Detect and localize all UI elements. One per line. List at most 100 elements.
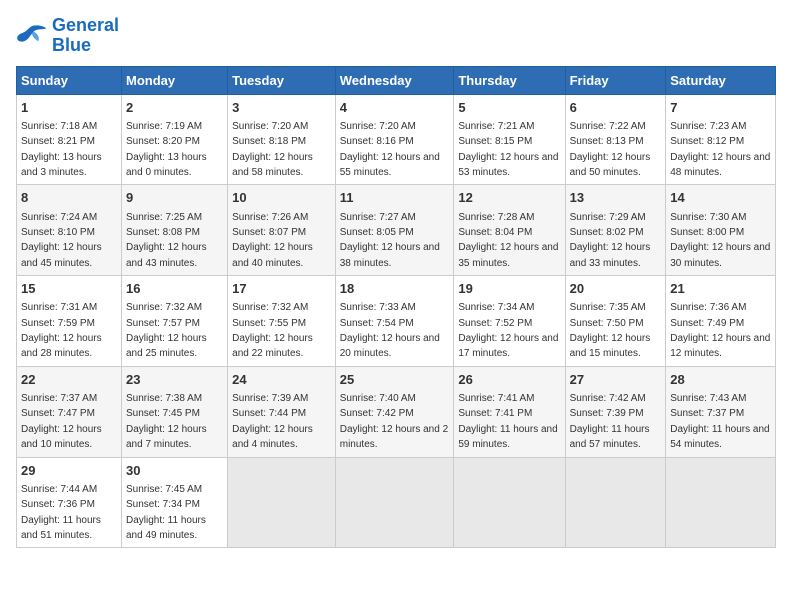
day-number: 26 [458,371,560,389]
calendar-table: SundayMondayTuesdayWednesdayThursdayFrid… [16,66,776,549]
calendar-cell: 23 Sunrise: 7:38 AMSunset: 7:45 PMDaylig… [121,366,227,457]
calendar-cell: 10 Sunrise: 7:26 AMSunset: 8:07 PMDaylig… [228,185,336,276]
calendar-header-friday: Friday [565,66,666,94]
day-info: Sunrise: 7:28 AMSunset: 8:04 PMDaylight:… [458,212,558,269]
logo-icon [16,22,48,50]
day-number: 17 [232,280,331,298]
day-number: 24 [232,371,331,389]
calendar-header-sunday: Sunday [17,66,122,94]
day-info: Sunrise: 7:26 AMSunset: 8:07 PMDaylight:… [232,212,313,269]
calendar-cell [228,457,336,548]
day-number: 29 [21,462,117,480]
calendar-cell [454,457,565,548]
day-info: Sunrise: 7:38 AMSunset: 7:45 PMDaylight:… [126,393,207,450]
calendar-cell: 20 Sunrise: 7:35 AMSunset: 7:50 PMDaylig… [565,276,666,367]
day-number: 3 [232,99,331,117]
calendar-cell: 16 Sunrise: 7:32 AMSunset: 7:57 PMDaylig… [121,276,227,367]
calendar-cell: 1 Sunrise: 7:18 AMSunset: 8:21 PMDayligh… [17,94,122,185]
day-info: Sunrise: 7:43 AMSunset: 7:37 PMDaylight:… [670,393,769,450]
day-number: 12 [458,189,560,207]
day-info: Sunrise: 7:23 AMSunset: 8:12 PMDaylight:… [670,121,770,178]
day-info: Sunrise: 7:44 AMSunset: 7:36 PMDaylight:… [21,484,101,541]
day-info: Sunrise: 7:21 AMSunset: 8:15 PMDaylight:… [458,121,558,178]
day-number: 11 [340,189,450,207]
calendar-cell: 26 Sunrise: 7:41 AMSunset: 7:41 PMDaylig… [454,366,565,457]
calendar-cell: 28 Sunrise: 7:43 AMSunset: 7:37 PMDaylig… [666,366,776,457]
calendar-week-5: 29 Sunrise: 7:44 AMSunset: 7:36 PMDaylig… [17,457,776,548]
day-info: Sunrise: 7:32 AMSunset: 7:55 PMDaylight:… [232,302,313,359]
day-number: 28 [670,371,771,389]
day-number: 8 [21,189,117,207]
day-number: 20 [570,280,662,298]
day-number: 19 [458,280,560,298]
day-info: Sunrise: 7:18 AMSunset: 8:21 PMDaylight:… [21,121,102,178]
calendar-cell: 24 Sunrise: 7:39 AMSunset: 7:44 PMDaylig… [228,366,336,457]
calendar-cell: 3 Sunrise: 7:20 AMSunset: 8:18 PMDayligh… [228,94,336,185]
calendar-cell [335,457,454,548]
calendar-cell: 18 Sunrise: 7:33 AMSunset: 7:54 PMDaylig… [335,276,454,367]
day-info: Sunrise: 7:19 AMSunset: 8:20 PMDaylight:… [126,121,207,178]
calendar-cell: 8 Sunrise: 7:24 AMSunset: 8:10 PMDayligh… [17,185,122,276]
calendar-cell: 22 Sunrise: 7:37 AMSunset: 7:47 PMDaylig… [17,366,122,457]
calendar-cell: 17 Sunrise: 7:32 AMSunset: 7:55 PMDaylig… [228,276,336,367]
calendar-cell: 9 Sunrise: 7:25 AMSunset: 8:08 PMDayligh… [121,185,227,276]
day-number: 1 [21,99,117,117]
calendar-cell: 7 Sunrise: 7:23 AMSunset: 8:12 PMDayligh… [666,94,776,185]
day-info: Sunrise: 7:32 AMSunset: 7:57 PMDaylight:… [126,302,207,359]
day-number: 25 [340,371,450,389]
calendar-cell: 12 Sunrise: 7:28 AMSunset: 8:04 PMDaylig… [454,185,565,276]
calendar-cell: 2 Sunrise: 7:19 AMSunset: 8:20 PMDayligh… [121,94,227,185]
calendar-week-3: 15 Sunrise: 7:31 AMSunset: 7:59 PMDaylig… [17,276,776,367]
calendar-cell [565,457,666,548]
day-number: 15 [21,280,117,298]
calendar-week-4: 22 Sunrise: 7:37 AMSunset: 7:47 PMDaylig… [17,366,776,457]
day-number: 16 [126,280,223,298]
day-number: 18 [340,280,450,298]
day-info: Sunrise: 7:40 AMSunset: 7:42 PMDaylight:… [340,393,448,450]
day-number: 5 [458,99,560,117]
header: General Blue [16,16,776,56]
day-number: 7 [670,99,771,117]
day-info: Sunrise: 7:35 AMSunset: 7:50 PMDaylight:… [570,302,651,359]
day-number: 13 [570,189,662,207]
day-number: 23 [126,371,223,389]
day-number: 2 [126,99,223,117]
day-info: Sunrise: 7:29 AMSunset: 8:02 PMDaylight:… [570,212,651,269]
calendar-header-wednesday: Wednesday [335,66,454,94]
day-info: Sunrise: 7:24 AMSunset: 8:10 PMDaylight:… [21,212,102,269]
calendar-cell: 27 Sunrise: 7:42 AMSunset: 7:39 PMDaylig… [565,366,666,457]
calendar-week-2: 8 Sunrise: 7:24 AMSunset: 8:10 PMDayligh… [17,185,776,276]
calendar-body: 1 Sunrise: 7:18 AMSunset: 8:21 PMDayligh… [17,94,776,548]
day-number: 27 [570,371,662,389]
day-number: 10 [232,189,331,207]
day-info: Sunrise: 7:25 AMSunset: 8:08 PMDaylight:… [126,212,207,269]
calendar-header-tuesday: Tuesday [228,66,336,94]
day-number: 30 [126,462,223,480]
logo: General Blue [16,16,119,56]
calendar-header-row: SundayMondayTuesdayWednesdayThursdayFrid… [17,66,776,94]
calendar-cell: 21 Sunrise: 7:36 AMSunset: 7:49 PMDaylig… [666,276,776,367]
calendar-header-monday: Monday [121,66,227,94]
calendar-cell: 19 Sunrise: 7:34 AMSunset: 7:52 PMDaylig… [454,276,565,367]
day-number: 22 [21,371,117,389]
day-number: 6 [570,99,662,117]
calendar-cell: 15 Sunrise: 7:31 AMSunset: 7:59 PMDaylig… [17,276,122,367]
day-info: Sunrise: 7:22 AMSunset: 8:13 PMDaylight:… [570,121,651,178]
logo-text: General Blue [52,16,119,56]
calendar-cell: 4 Sunrise: 7:20 AMSunset: 8:16 PMDayligh… [335,94,454,185]
calendar-header-thursday: Thursday [454,66,565,94]
day-info: Sunrise: 7:45 AMSunset: 7:34 PMDaylight:… [126,484,206,541]
day-number: 4 [340,99,450,117]
day-info: Sunrise: 7:37 AMSunset: 7:47 PMDaylight:… [21,393,102,450]
day-info: Sunrise: 7:42 AMSunset: 7:39 PMDaylight:… [570,393,650,450]
day-info: Sunrise: 7:36 AMSunset: 7:49 PMDaylight:… [670,302,770,359]
day-number: 9 [126,189,223,207]
day-info: Sunrise: 7:33 AMSunset: 7:54 PMDaylight:… [340,302,440,359]
day-number: 21 [670,280,771,298]
day-info: Sunrise: 7:27 AMSunset: 8:05 PMDaylight:… [340,212,440,269]
calendar-cell: 13 Sunrise: 7:29 AMSunset: 8:02 PMDaylig… [565,185,666,276]
day-info: Sunrise: 7:39 AMSunset: 7:44 PMDaylight:… [232,393,313,450]
day-info: Sunrise: 7:41 AMSunset: 7:41 PMDaylight:… [458,393,557,450]
day-info: Sunrise: 7:34 AMSunset: 7:52 PMDaylight:… [458,302,558,359]
day-info: Sunrise: 7:31 AMSunset: 7:59 PMDaylight:… [21,302,102,359]
